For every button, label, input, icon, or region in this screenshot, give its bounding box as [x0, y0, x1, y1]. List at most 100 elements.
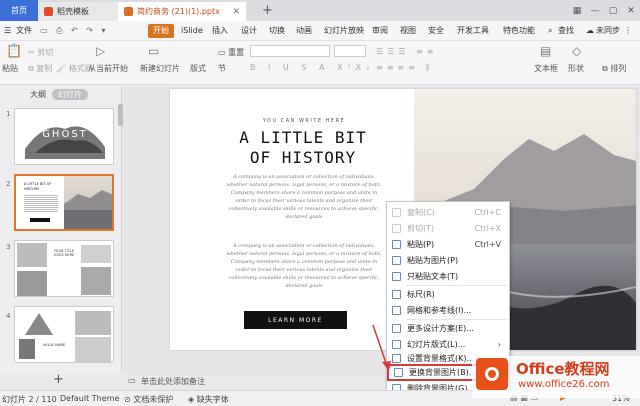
tab-template[interactable]: 稻壳模板: [38, 2, 118, 21]
menu-sync[interactable]: 未同步: [596, 24, 620, 38]
font-size-dropdown[interactable]: [334, 45, 366, 57]
slide-thumbnail-1[interactable]: GHOST: [14, 108, 114, 165]
slide-paragraph-2[interactable]: A company is an association or collectio…: [224, 242, 384, 290]
menu-item-more-designs[interactable]: 更多设计方案(E)...: [387, 321, 509, 335]
missing-font[interactable]: ◈ 缺失字体: [188, 394, 229, 405]
menu-islide[interactable]: iSlide: [181, 24, 203, 38]
menu-security[interactable]: 安全: [428, 24, 444, 38]
slide-subtitle[interactable]: YOU CAN WRITE HERE: [224, 118, 384, 124]
minimize-icon[interactable]: —: [586, 0, 604, 21]
play-from-current-button[interactable]: 从当前开始: [88, 63, 128, 74]
missing-font-label: 缺失字体: [196, 395, 229, 404]
paste-icon[interactable]: 📋: [6, 44, 22, 59]
font-name-dropdown[interactable]: [250, 45, 330, 57]
menu-transition[interactable]: 切换: [269, 24, 285, 38]
menu-item-label: 剪切(T): [407, 223, 435, 233]
new-tab-icon[interactable]: +: [262, 3, 273, 18]
theme-name[interactable]: Default Theme: [60, 394, 119, 403]
menu-item-shortcut: Ctrl+X: [474, 223, 501, 233]
menu-search[interactable]: 查找: [558, 24, 574, 38]
menu-item-ruler[interactable]: 标尺(R): [387, 287, 509, 301]
menu-item-paste-text[interactable]: 只粘贴文本(T): [387, 269, 509, 283]
thumb3-label: YOUR TITLE GOES HERE: [53, 249, 75, 257]
thumb2-photo: [64, 176, 112, 229]
menu-slideshow[interactable]: 幻灯片放映: [324, 24, 364, 38]
section-button[interactable]: 节: [218, 63, 226, 74]
tab-home[interactable]: 首页: [0, 0, 38, 21]
close-window-icon[interactable]: ✕: [622, 0, 640, 21]
menu-item-copy[interactable]: 复制(C) Ctrl+C: [387, 205, 509, 219]
slide-counter: 幻灯片 2 / 110: [2, 395, 57, 404]
thumb-number: 4: [6, 312, 11, 320]
paste-image-icon: [392, 255, 401, 265]
layout-button[interactable]: 版式: [190, 63, 206, 74]
close-tab-icon[interactable]: ✕: [232, 7, 240, 17]
pptx-icon: [124, 7, 133, 16]
new-slide-button[interactable]: 新建幻灯片: [140, 63, 180, 74]
menu-file[interactable]: 文件: [16, 24, 32, 38]
arrange-button[interactable]: ⧉ 排列: [602, 63, 626, 74]
cut-label: 剪切: [37, 48, 54, 57]
slide-paragraph-1[interactable]: A company is an association or collectio…: [224, 173, 384, 221]
menu-bar: ☰ 文件 ▭ ⎙ ↶ ↷ ▾ 开始 iSlide 插入 设计 切换 动画 幻灯片…: [0, 21, 640, 41]
menu-start[interactable]: 开始: [148, 24, 174, 38]
menu-insert[interactable]: 插入: [212, 24, 228, 38]
add-slide-icon[interactable]: +: [53, 372, 64, 387]
menu-features[interactable]: 特色功能: [503, 24, 535, 38]
search-icon[interactable]: ⌕: [548, 24, 552, 38]
background-icon: [392, 353, 401, 363]
shape-button[interactable]: 形状: [568, 63, 584, 74]
font-format-icons[interactable]: B I U S A X²X₂: [250, 63, 374, 72]
thumb1-title: GHOST: [42, 129, 88, 140]
sync-icon[interactable]: ☁: [586, 24, 594, 38]
thumb3-photo-3: [17, 271, 47, 296]
menu-devtools[interactable]: 开发工具: [457, 24, 489, 38]
slide-thumbnail-4[interactable]: VALUE NAME: [14, 306, 114, 363]
cut-button[interactable]: ✂ 剪切: [28, 47, 53, 58]
quick-access-icons[interactable]: ▭ ⎙ ↶ ↷ ▾: [40, 24, 109, 38]
tab-outline[interactable]: 大纲: [30, 89, 46, 100]
menu-design[interactable]: 设计: [241, 24, 257, 38]
copy-button[interactable]: ⧉ 复制: [28, 63, 52, 74]
protect-status[interactable]: ⊙ 文档未保护: [124, 394, 173, 405]
menu-item-label: 更多设计方案(E)...: [407, 323, 474, 333]
menu-animation[interactable]: 动画: [296, 24, 312, 38]
menu-item-paste[interactable]: 粘贴(P) Ctrl+V: [387, 237, 509, 251]
menu-review[interactable]: 审阅: [372, 24, 388, 38]
thumb2-button: [30, 218, 50, 222]
menu-more[interactable]: ⋮: [624, 24, 632, 38]
submenu-arrow-icon: ›: [497, 339, 501, 349]
office-logo-ring-icon: [485, 367, 499, 381]
reset-button[interactable]: ▭ 重置: [218, 47, 244, 58]
menu-item-label: 设置背景格式(K)...: [407, 353, 475, 363]
hamburger-icon[interactable]: ☰: [4, 24, 11, 38]
tab-slides[interactable]: 幻灯片: [52, 89, 88, 100]
learn-more-button[interactable]: LEARN MORE: [244, 311, 347, 329]
maximize-icon[interactable]: ▢: [604, 0, 622, 21]
watermark-url: www.office26.com: [518, 379, 610, 390]
slide-thumbnail-3[interactable]: YOUR TITLE GOES HERE: [14, 240, 114, 297]
paste-button[interactable]: 粘贴: [2, 63, 18, 74]
paragraph-icons[interactable]: ☰☰☰ ≡≡: [376, 47, 437, 56]
menu-item-cut[interactable]: 剪切(T) Ctrl+X: [387, 221, 509, 235]
arrange-label: 排列: [610, 64, 627, 73]
textbox-button[interactable]: 文本框: [534, 63, 558, 74]
layout-icon: [392, 339, 401, 349]
alignment-icons[interactable]: ≡≡≡≡ ⫼: [376, 63, 433, 73]
shape-icon[interactable]: ◇: [572, 44, 581, 58]
notes-icon: ▭: [128, 376, 136, 385]
menu-item-label: 幻灯片版式(L)...: [407, 339, 466, 349]
menu-item-paste-as-image[interactable]: 粘贴为图片(P): [387, 253, 509, 267]
tab-home-label: 首页: [11, 6, 27, 15]
new-slide-icon[interactable]: ▭: [148, 44, 159, 58]
slide-thumbnail-2[interactable]: A LITTLE BIT OF HISTORY: [14, 174, 114, 231]
menu-item-slide-layout[interactable]: 幻灯片版式(L)... ›: [387, 337, 509, 351]
menu-view[interactable]: 视图: [400, 24, 416, 38]
play-icon[interactable]: ▷: [96, 44, 105, 58]
view-tabs: 大纲 幻灯片: [30, 89, 88, 100]
tab-file[interactable]: 简约商务 (21)(1).pptx ✕: [118, 2, 246, 21]
slide-title[interactable]: A LITTLE BIT OF HISTORY: [218, 128, 388, 168]
grid-icon[interactable]: ▦: [568, 0, 586, 21]
textbox-icon[interactable]: ▤: [540, 44, 551, 58]
menu-item-grid[interactable]: 网格和参考线(I)...: [387, 303, 509, 317]
